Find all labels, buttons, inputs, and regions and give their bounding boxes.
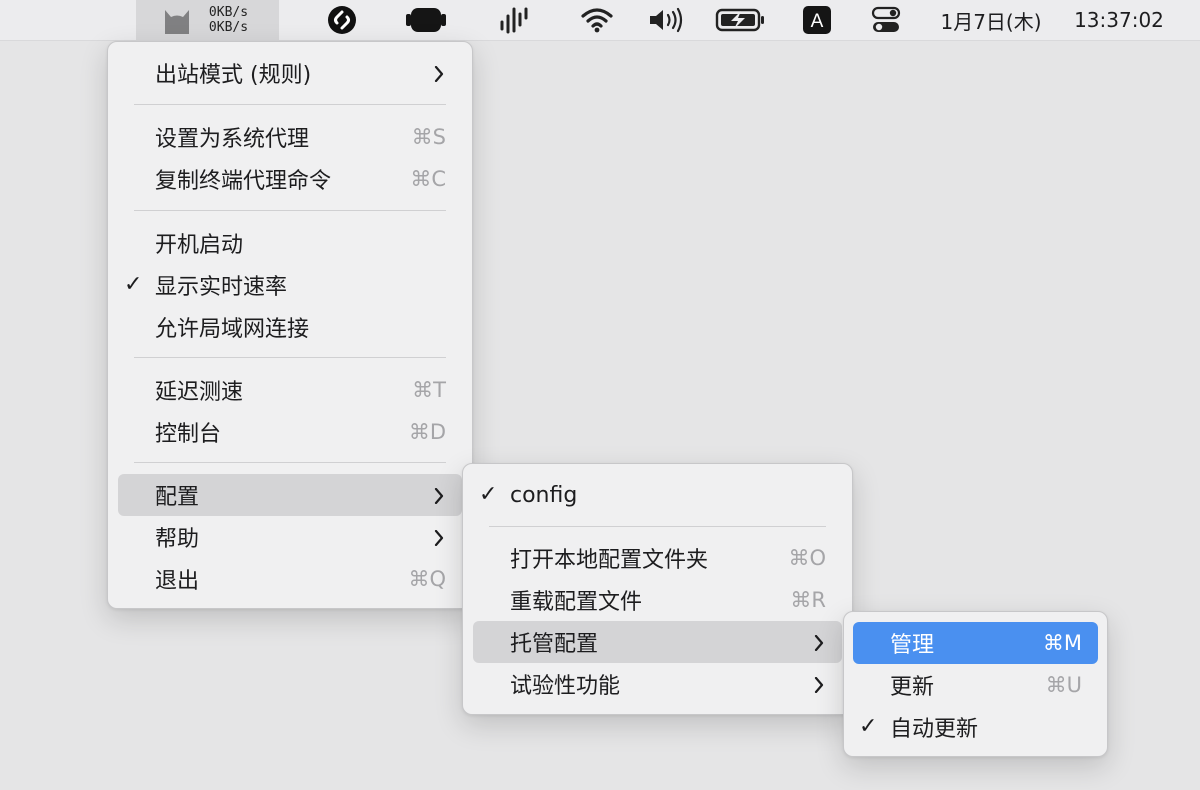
- menu-separator: [134, 210, 446, 211]
- menu-separator: [134, 357, 446, 358]
- menu-item-label: 开机启动: [155, 233, 244, 258]
- chevron-right-icon: [814, 677, 824, 693]
- menu-item-shortcut: ⌘T: [412, 378, 446, 402]
- speed-readout: 0KB/s 0KB/s: [209, 5, 248, 35]
- menu-item-shortcut: ⌘Q: [408, 567, 446, 591]
- menubar-date[interactable]: 1月7日(木): [928, 0, 1054, 40]
- wifi-menu-extra[interactable]: [578, 0, 616, 40]
- menu-item-shortcut: ⌘R: [790, 588, 826, 612]
- config-submenu: ✓ config 打开本地配置文件夹 ⌘O 重载配置文件 ⌘R 托管配置 试验性…: [462, 463, 853, 715]
- control-center-icon: [871, 6, 901, 32]
- battery-charging-icon: [715, 8, 764, 32]
- menu-item-label: 自动更新: [890, 717, 979, 742]
- menu-item-reload-config[interactable]: 重载配置文件 ⌘R: [473, 579, 842, 621]
- chevron-right-icon: [434, 488, 444, 504]
- checkmark-icon: ✓: [859, 714, 878, 739]
- input-source-icon: A: [803, 6, 831, 34]
- menu-item-label: 试验性功能: [510, 674, 621, 699]
- hosted-config-submenu: 管理 ⌘M 更新 ⌘U ✓ 自动更新: [843, 611, 1108, 757]
- menu-item-label: 帮助: [155, 527, 200, 552]
- chevron-right-icon: [434, 530, 444, 546]
- shazam-icon: [328, 6, 356, 34]
- menu-item-outbound-mode[interactable]: 出站模式 (规则): [118, 52, 462, 94]
- menu-bar: 0KB/s 0KB/s A 1月7日(木) 13:37:02: [0, 0, 1200, 41]
- menu-item-label: 打开本地配置文件夹: [510, 548, 709, 573]
- menubar-time[interactable]: 13:37:02: [1062, 0, 1176, 40]
- menu-item-allow-lan[interactable]: 允许局域网连接: [118, 306, 462, 348]
- audio-menu-extra[interactable]: [496, 0, 532, 40]
- wifi-icon: [581, 8, 613, 33]
- menu-item-label: 设置为系统代理: [155, 127, 310, 152]
- cat-app-icon: [165, 10, 189, 34]
- menu-item-manage[interactable]: 管理 ⌘M: [853, 622, 1098, 664]
- clash-app-menu-extra[interactable]: 0KB/s 0KB/s: [136, 0, 279, 40]
- checkmark-icon: ✓: [479, 482, 498, 507]
- menu-item-dashboard[interactable]: 控制台 ⌘D: [118, 411, 462, 453]
- menu-item-latency-test[interactable]: 延迟测速 ⌘T: [118, 369, 462, 411]
- audio-waveform-icon: [500, 7, 528, 34]
- menu-item-experimental[interactable]: 试验性功能: [473, 663, 842, 705]
- menu-item-config-profile[interactable]: ✓ config: [473, 474, 842, 516]
- shazam-menu-extra[interactable]: [324, 0, 360, 40]
- menu-item-shortcut: ⌘U: [1045, 673, 1082, 697]
- menu-separator: [134, 104, 446, 105]
- device-menu-extra[interactable]: [402, 0, 450, 40]
- volume-menu-extra[interactable]: [646, 0, 686, 40]
- menu-item-shortcut: ⌘S: [411, 125, 446, 149]
- main-menu: 出站模式 (规则) 设置为系统代理 ⌘S 复制终端代理命令 ⌘C 开机启动 ✓ …: [107, 41, 473, 609]
- menu-item-label: 复制终端代理命令: [155, 169, 332, 194]
- menu-item-open-local-config-folder[interactable]: 打开本地配置文件夹 ⌘O: [473, 537, 842, 579]
- menu-separator: [134, 462, 446, 463]
- upload-speed: 0KB/s: [208, 5, 249, 20]
- menu-item-label: 管理: [890, 633, 935, 658]
- checkmark-icon: ✓: [124, 272, 143, 297]
- chevron-right-icon: [814, 635, 824, 651]
- menu-item-label: config: [510, 482, 578, 508]
- menu-item-label: 配置: [155, 485, 200, 510]
- menu-separator: [489, 526, 826, 527]
- menu-item-quit[interactable]: 退出 ⌘Q: [118, 558, 462, 600]
- menu-item-label: 退出: [155, 569, 200, 594]
- chevron-right-icon: [434, 66, 444, 82]
- battery-menu-extra[interactable]: [714, 0, 766, 40]
- svg-text:A: A: [811, 11, 824, 32]
- menu-item-label: 显示实时速率: [155, 275, 288, 300]
- menu-item-label: 控制台: [155, 422, 222, 447]
- menu-item-shortcut: ⌘C: [410, 167, 446, 191]
- menu-item-label: 更新: [890, 675, 935, 700]
- menu-item-help[interactable]: 帮助: [118, 516, 462, 558]
- menu-item-update[interactable]: 更新 ⌘U: [853, 664, 1098, 706]
- menu-item-label: 延迟测速: [155, 380, 244, 405]
- menu-item-label: 出站模式 (规则): [155, 63, 312, 88]
- menu-item-hosted-config[interactable]: 托管配置: [473, 621, 842, 663]
- menu-item-launch-at-login[interactable]: 开机启动: [118, 222, 462, 264]
- menu-item-label: 托管配置: [510, 632, 599, 657]
- download-speed: 0KB/s: [208, 20, 249, 35]
- battery-case-icon: [406, 8, 446, 32]
- menu-item-config[interactable]: 配置: [118, 474, 462, 516]
- menu-item-set-system-proxy[interactable]: 设置为系统代理 ⌘S: [118, 116, 462, 158]
- menu-item-shortcut: ⌘D: [408, 420, 446, 444]
- menu-item-shortcut: ⌘M: [1042, 631, 1082, 655]
- volume-icon: [650, 7, 683, 33]
- control-center-menu-extra[interactable]: [866, 0, 906, 40]
- menu-item-label: 重载配置文件: [510, 590, 643, 615]
- menu-item-label: 允许局域网连接: [155, 317, 310, 342]
- menu-item-copy-terminal-command[interactable]: 复制终端代理命令 ⌘C: [118, 158, 462, 200]
- menu-item-auto-update[interactable]: ✓ 自动更新: [853, 706, 1098, 748]
- menu-item-shortcut: ⌘O: [788, 546, 826, 570]
- menu-item-show-speed[interactable]: ✓ 显示实时速率: [118, 264, 462, 306]
- input-source-menu-extra[interactable]: A: [800, 0, 834, 40]
